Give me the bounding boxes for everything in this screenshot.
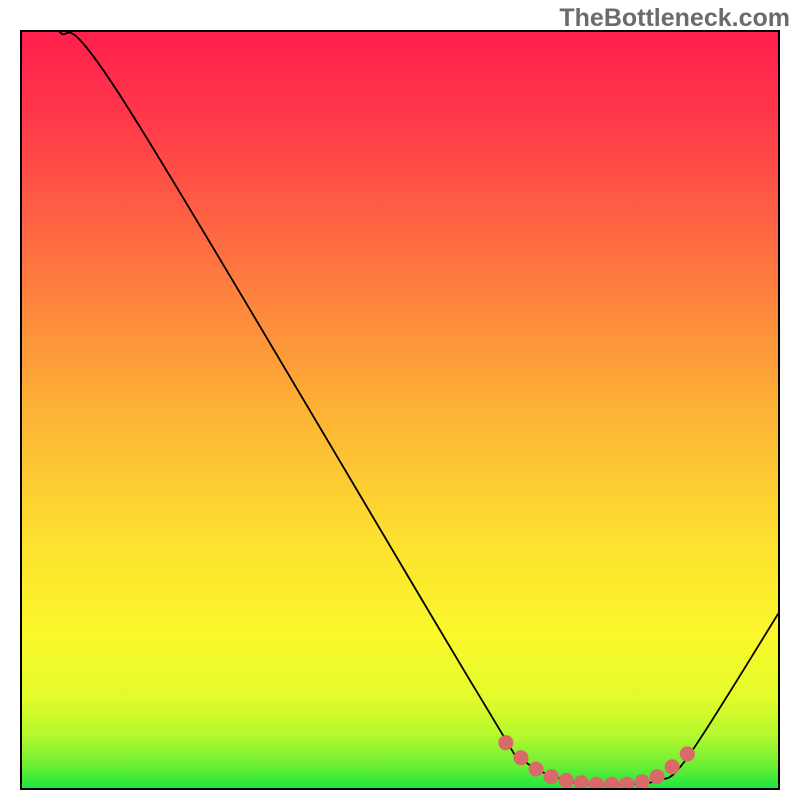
background-gradient xyxy=(22,32,778,788)
watermark-text: TheBottleneck.com xyxy=(559,4,790,33)
plot-area xyxy=(20,30,780,790)
chart-container: TheBottleneck.com xyxy=(0,0,800,800)
